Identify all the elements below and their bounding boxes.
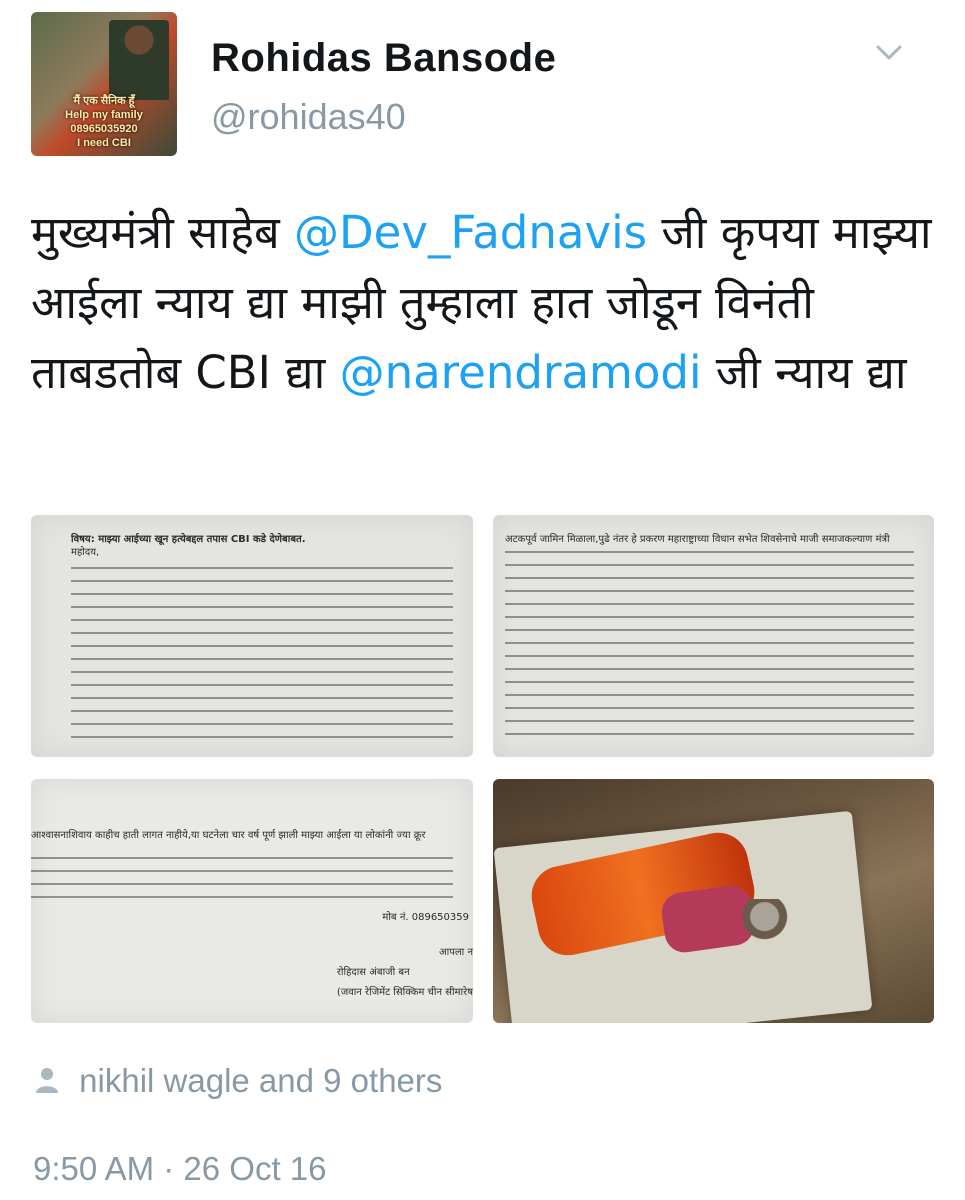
mention-link-narendramodi[interactable]: @narendramodi	[340, 346, 702, 399]
signoff: आपला न	[439, 947, 473, 958]
chevron-down-icon[interactable]	[874, 40, 904, 64]
phone-label: मोब नं.	[382, 912, 409, 923]
letter-salutation: महोदय,	[71, 547, 100, 558]
avatar-soldier-figure	[109, 20, 169, 100]
letter-text-line: अटकपूर्व जामिन मिळाला,पुढे नंतर हे प्रकर…	[505, 534, 890, 545]
author-handle[interactable]: @rohidas40	[211, 96, 406, 138]
phone-number: 089650359	[411, 912, 469, 923]
avatar-caption: मैं एक सैनिक हूँ Help my family 08965035…	[31, 94, 177, 150]
avatar-caption-line: I need CBI	[77, 137, 131, 149]
media-image-letter-page-3[interactable]: आश्वासनाशिवाय काहीच हाती लागत नाहीये,या …	[31, 779, 473, 1023]
letter-page-1-text: विषय: माझ्या आईच्या खून हत्येबद्दल तपास …	[71, 533, 457, 559]
likes-text: nikhil wagle and 9 others	[79, 1062, 443, 1099]
tweet-timestamp[interactable]: 9:50 AM · 26 Oct 16	[33, 1150, 327, 1188]
signer-regiment: (जवान रेजिमेंट सिक्किम चीन सीमारेष	[336, 987, 473, 998]
likes-row[interactable]: nikhil wagle and 9 others	[34, 1062, 442, 1100]
user-icon	[36, 1068, 58, 1093]
letter-page-2-text: अटकपूर्व जामिन मिळाला,पुढे नंतर हे प्रकर…	[505, 533, 918, 546]
author-display-name[interactable]: Rohidas Bansode	[211, 36, 556, 81]
avatar-caption-line: Help my family 08965035920	[65, 109, 143, 135]
letter-page-3-text: आश्वासनाशिवाय काहीच हाती लागत नाहीये,या …	[31, 829, 457, 842]
letter-phone-line: मोब नं. 089650359	[382, 909, 469, 923]
media-image-letter-page-1[interactable]: विषय: माझ्या आईच्या खून हत्येबद्दल तपास …	[31, 515, 473, 757]
tweet-text-segment: मुख्यमंत्री साहेब	[31, 206, 295, 259]
media-image-letter-page-2[interactable]: अटकपूर्व जामिन मिळाला,पुढे नंतर हे प्रकर…	[493, 515, 934, 757]
tweet-text: मुख्यमंत्री साहेब @Dev_Fadnavis जी कृपया…	[31, 198, 941, 408]
photo-head	[743, 899, 791, 943]
media-grid: विषय: माझ्या आईच्या खून हत्येबद्दल तपास …	[31, 515, 934, 1023]
tweet-text-segment: जी न्याय द्या	[701, 346, 907, 399]
letter-text-lines	[505, 551, 914, 745]
letter-text-lines	[31, 857, 453, 903]
letter-text-line: आश्वासनाशिवाय काहीच हाती लागत नाहीये,या …	[31, 830, 426, 841]
media-image-victim-photo[interactable]	[493, 779, 934, 1023]
letter-heading: विषय: माझ्या आईच्या खून हत्येबद्दल तपास …	[71, 534, 306, 545]
avatar-caption-line: मैं एक सैनिक हूँ	[73, 95, 135, 107]
letter-text-lines	[71, 567, 453, 745]
signer-name: रोहिदास अंबाजी बन	[336, 967, 410, 978]
mention-link-dev-fadnavis[interactable]: @Dev_Fadnavis	[294, 206, 647, 259]
letter-signature-block: आपला न रोहिदास अंबाजी बन (जवान रेजिमेंट …	[337, 943, 473, 1003]
author-avatar[interactable]: मैं एक सैनिक हूँ Help my family 08965035…	[31, 12, 177, 156]
